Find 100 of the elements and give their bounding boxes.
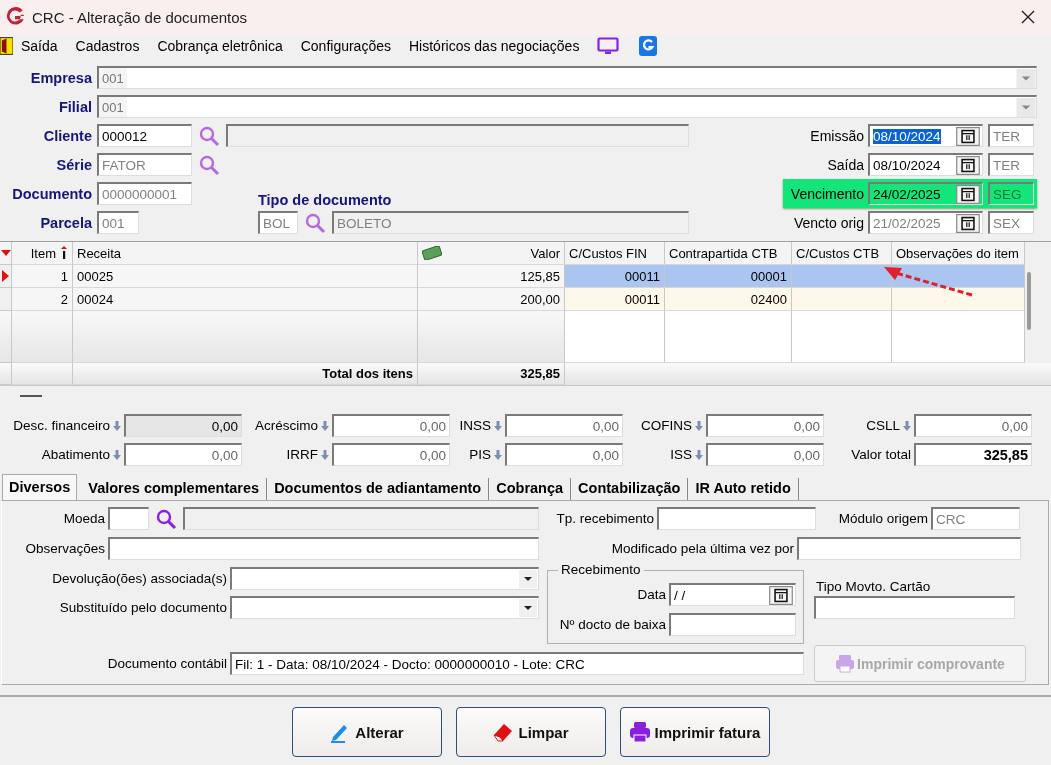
docto-baixa-field[interactable] bbox=[669, 613, 796, 636]
field-label: Desc. financeiro bbox=[13, 418, 110, 433]
calendar-icon[interactable] bbox=[768, 585, 794, 605]
column-header[interactable]: Contrapartida CTB bbox=[665, 242, 792, 265]
field-label: Tp. recebimento bbox=[555, 511, 655, 526]
close-icon[interactable] bbox=[1021, 10, 1035, 24]
down-arrow-icon[interactable] bbox=[695, 420, 703, 431]
window-title: CRC - Alteração de documentos bbox=[32, 8, 249, 26]
modificado-field[interactable] bbox=[797, 537, 1021, 560]
tab[interactable]: Diversos bbox=[2, 474, 78, 500]
moeda-field[interactable] bbox=[108, 507, 149, 530]
column-header[interactable]: Receita bbox=[73, 242, 418, 265]
down-arrow-icon[interactable] bbox=[113, 449, 121, 460]
column-header[interactable]: C/Custos CTB bbox=[792, 242, 892, 265]
field-label: Parcela bbox=[39, 214, 93, 231]
amount-field[interactable]: 325,85 bbox=[914, 443, 1032, 466]
column-header[interactable]: Observações do item bbox=[892, 242, 1025, 265]
column-header[interactable]: Item bbox=[12, 242, 73, 265]
field-label: Empresa bbox=[29, 69, 93, 86]
down-arrow-icon[interactable] bbox=[321, 420, 329, 431]
field-label: ISS bbox=[670, 447, 692, 462]
printer-icon bbox=[835, 653, 856, 674]
tipo-name-field: BOLETO bbox=[332, 211, 689, 234]
amount-field[interactable]: 0,00 bbox=[505, 414, 623, 437]
search-icon[interactable] bbox=[304, 211, 326, 234]
printer-icon bbox=[628, 721, 651, 743]
date-field[interactable]: 08/10/2024 bbox=[868, 153, 983, 176]
sort-order-icon bbox=[60, 246, 68, 260]
amount-field[interactable]: 0,00 bbox=[332, 414, 450, 437]
dropdown-icon[interactable] bbox=[519, 570, 537, 588]
amount-field[interactable]: 0,00 bbox=[124, 443, 242, 466]
modulo-origem-field[interactable]: CRC bbox=[931, 507, 1020, 530]
menu-item[interactable]: Cadastros bbox=[75, 38, 140, 54]
action-button[interactable]: Alterar bbox=[291, 707, 442, 757]
down-arrow-icon[interactable] bbox=[321, 449, 329, 460]
devolucoes-combo[interactable] bbox=[230, 567, 539, 590]
amount-field[interactable]: 0,00 bbox=[914, 414, 1032, 437]
tipo-code-field[interactable]: BOL bbox=[258, 211, 298, 234]
field-label: Tipo Movto. Cartão bbox=[815, 579, 932, 594]
scrollbar-thumb[interactable] bbox=[1027, 272, 1031, 330]
field-label: Acréscimo bbox=[255, 418, 318, 433]
down-arrow-icon[interactable] bbox=[494, 449, 502, 460]
search-icon[interactable] bbox=[198, 153, 220, 176]
weekday-field: SEG bbox=[988, 182, 1034, 205]
action-button[interactable]: Limpar bbox=[455, 707, 606, 757]
field-label: Moeda bbox=[62, 511, 106, 526]
action-button[interactable]: Imprimir fatura bbox=[619, 707, 770, 757]
exit-door-icon[interactable] bbox=[0, 37, 13, 55]
field-label: Módulo origem bbox=[837, 511, 929, 526]
data-field[interactable]: / / bbox=[669, 583, 796, 606]
logo-icon bbox=[4, 6, 26, 28]
group-title: Recebimento bbox=[558, 562, 644, 577]
tp-recebimento-field[interactable] bbox=[657, 507, 816, 530]
cliente-field[interactable]: 000012 bbox=[97, 124, 192, 147]
field-label: INSS bbox=[459, 418, 491, 433]
amount-field[interactable]: 0,00 bbox=[505, 443, 623, 466]
down-arrow-icon[interactable] bbox=[494, 420, 502, 431]
observacoes-field[interactable] bbox=[108, 537, 539, 560]
down-arrow-icon[interactable] bbox=[113, 420, 121, 431]
column-header[interactable]: C/Custos FIN bbox=[565, 242, 665, 265]
down-arrow-icon[interactable] bbox=[903, 420, 911, 431]
menu-item[interactable]: Cobrança eletrônica bbox=[157, 38, 283, 54]
menu-item[interactable]: Configurações bbox=[300, 38, 391, 54]
row-header-cell[interactable] bbox=[0, 265, 12, 288]
filial-combo[interactable]: 001 bbox=[97, 95, 1037, 118]
column-header[interactable]: Valor bbox=[418, 242, 565, 265]
menu-item[interactable]: Históricos das negociações bbox=[409, 38, 580, 54]
tipo-movto-field[interactable] bbox=[814, 596, 1015, 619]
down-arrow-icon[interactable] bbox=[695, 449, 703, 460]
search-icon[interactable] bbox=[155, 507, 177, 530]
amount-field[interactable]: 0,00 bbox=[332, 443, 450, 466]
field-label: CSLL bbox=[866, 418, 900, 433]
table-cell: 00011 bbox=[565, 265, 665, 288]
calendar-icon[interactable] bbox=[955, 155, 981, 175]
date-field[interactable]: 24/02/2025 bbox=[868, 182, 983, 205]
search-icon[interactable] bbox=[198, 124, 220, 147]
empresa-combo[interactable]: 001 bbox=[97, 66, 1037, 89]
row-header-cell[interactable] bbox=[0, 288, 12, 311]
calendar-icon[interactable] bbox=[955, 184, 981, 204]
monitor-icon[interactable] bbox=[597, 36, 620, 56]
menu-item[interactable]: Saída bbox=[21, 38, 58, 54]
amount-field[interactable]: 0,00 bbox=[706, 414, 824, 437]
splitter-handle[interactable] bbox=[20, 395, 42, 397]
calendar-icon[interactable] bbox=[955, 126, 981, 146]
field-label: Devolução(ões) associada(s) bbox=[51, 571, 228, 586]
amount-field[interactable]: 0,00 bbox=[124, 414, 242, 437]
sort-arrow-icon[interactable] bbox=[1, 250, 11, 256]
date-label: Emissão bbox=[809, 127, 865, 144]
table-cell: 1 bbox=[12, 265, 73, 288]
weekday-field: TER bbox=[988, 153, 1034, 176]
table-cell bbox=[12, 311, 73, 363]
dropdown-icon[interactable] bbox=[519, 599, 537, 617]
current-row-icon bbox=[2, 270, 9, 282]
documento-contabil-field[interactable]: Fil: 1 - Data: 08/10/2024 - Docto: 0000000010 - Lote: CRC bbox=[230, 652, 804, 675]
date-field[interactable]: 08/10/2024 bbox=[868, 124, 983, 147]
substituido-combo[interactable] bbox=[230, 596, 539, 619]
amount-field[interactable]: 0,00 bbox=[706, 443, 824, 466]
date-label: Vencimento bbox=[789, 185, 865, 202]
date-label: Vencto orig bbox=[792, 214, 865, 231]
book-icon[interactable] bbox=[637, 36, 660, 56]
